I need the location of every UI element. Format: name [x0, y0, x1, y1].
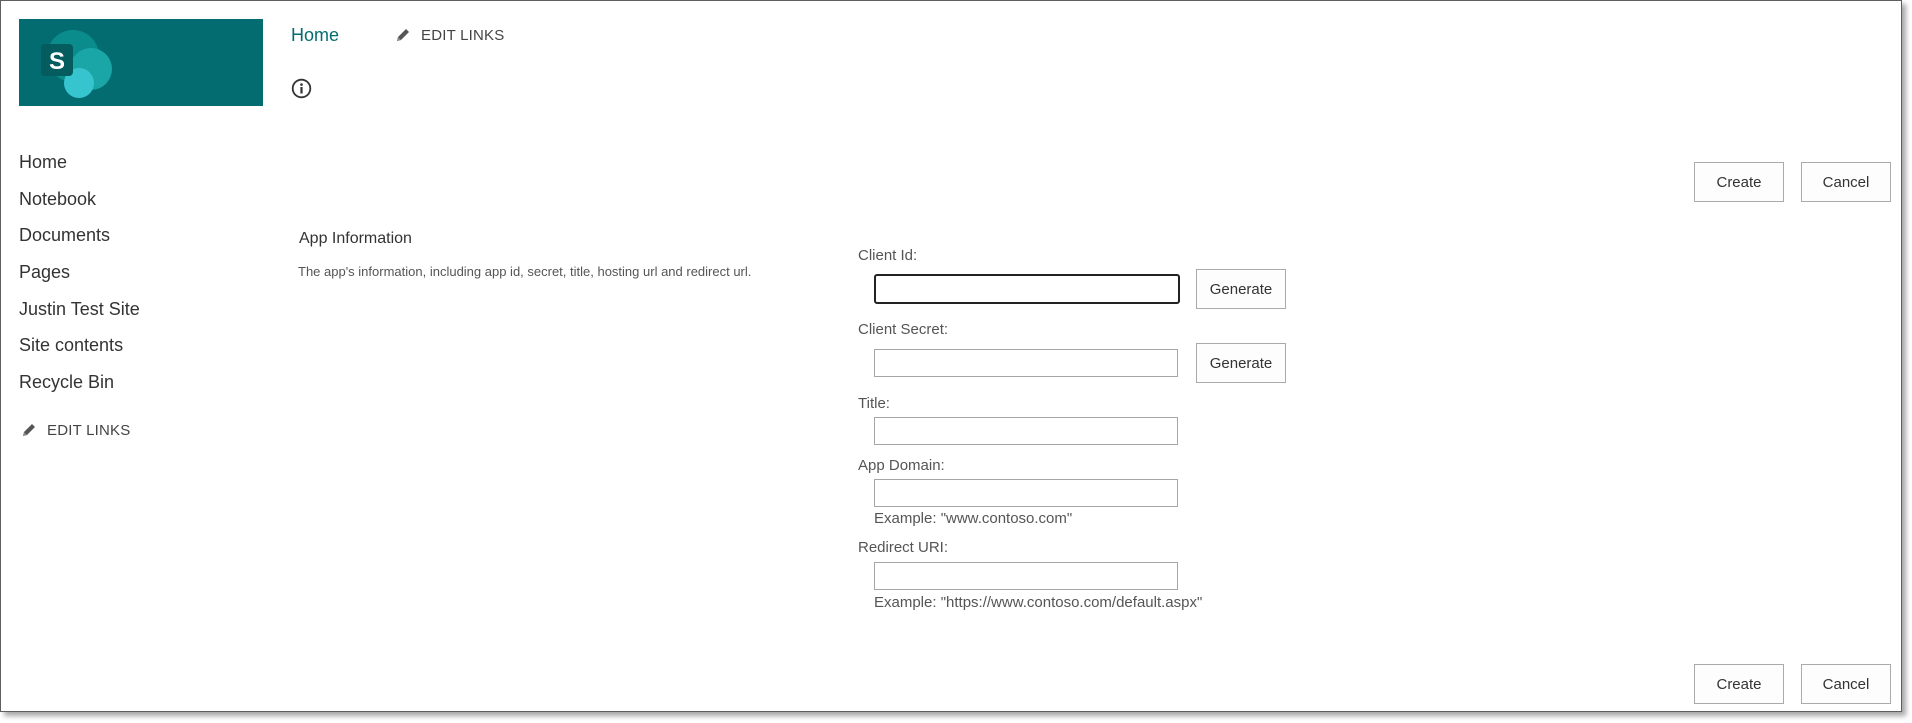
top-edit-links[interactable]: EDIT LINKS: [395, 27, 504, 44]
create-button-bottom[interactable]: Create: [1694, 664, 1784, 704]
top-edit-links-label: EDIT LINKS: [421, 26, 505, 44]
nav-item-site-contents[interactable]: Site contents: [19, 334, 140, 371]
client-secret-label: Client Secret:: [858, 321, 949, 338]
quick-launch-nav: Home Notebook Documents Pages Justin Tes…: [19, 151, 140, 439]
redirect-uri-label: Redirect URI:: [858, 539, 949, 556]
generate-client-id-button[interactable]: Generate: [1196, 269, 1286, 309]
nav-item-recycle-bin[interactable]: Recycle Bin: [19, 371, 140, 408]
cancel-button-bottom[interactable]: Cancel: [1801, 664, 1891, 704]
site-logo[interactable]: S: [19, 19, 263, 106]
nav-item-documents[interactable]: Documents: [19, 224, 140, 261]
svg-text:S: S: [49, 48, 65, 75]
section-title: App Information: [299, 230, 412, 247]
pencil-icon: [397, 29, 410, 41]
create-button-top[interactable]: Create: [1694, 162, 1784, 202]
app-domain-example: Example: "www.contoso.com": [874, 510, 1073, 527]
app-domain-label: App Domain:: [858, 457, 945, 474]
title-input[interactable]: [874, 417, 1178, 445]
top-navigation: Home EDIT LINKS: [291, 23, 504, 47]
app-domain-input[interactable]: [874, 479, 1178, 507]
cancel-button-top[interactable]: Cancel: [1801, 162, 1891, 202]
title-label: Title:: [858, 395, 890, 412]
section-description: The app's information, including app id,…: [298, 264, 752, 279]
pencil-icon: [23, 424, 35, 437]
info-icon[interactable]: [291, 78, 312, 99]
nav-item-home[interactable]: Home: [19, 151, 140, 188]
generate-client-secret-button[interactable]: Generate: [1196, 343, 1286, 383]
client-secret-input[interactable]: [874, 349, 1178, 377]
nav-item-pages[interactable]: Pages: [19, 261, 140, 298]
redirect-uri-example: Example: "https://www.contoso.com/defaul…: [874, 594, 1203, 611]
sharepoint-logo-icon: S: [41, 30, 112, 98]
nav-item-notebook[interactable]: Notebook: [19, 188, 140, 225]
app-window: S Home EDIT LINKS Home Notebook Document…: [0, 0, 1902, 712]
left-edit-links-label: EDIT LINKS: [47, 421, 131, 439]
left-edit-links[interactable]: EDIT LINKS: [21, 422, 140, 439]
nav-item-justin-test-site[interactable]: Justin Test Site: [19, 298, 140, 335]
client-id-input[interactable]: [874, 274, 1180, 304]
redirect-uri-input[interactable]: [874, 562, 1178, 590]
client-id-label: Client Id:: [858, 247, 918, 264]
top-nav-home[interactable]: Home: [291, 25, 339, 46]
